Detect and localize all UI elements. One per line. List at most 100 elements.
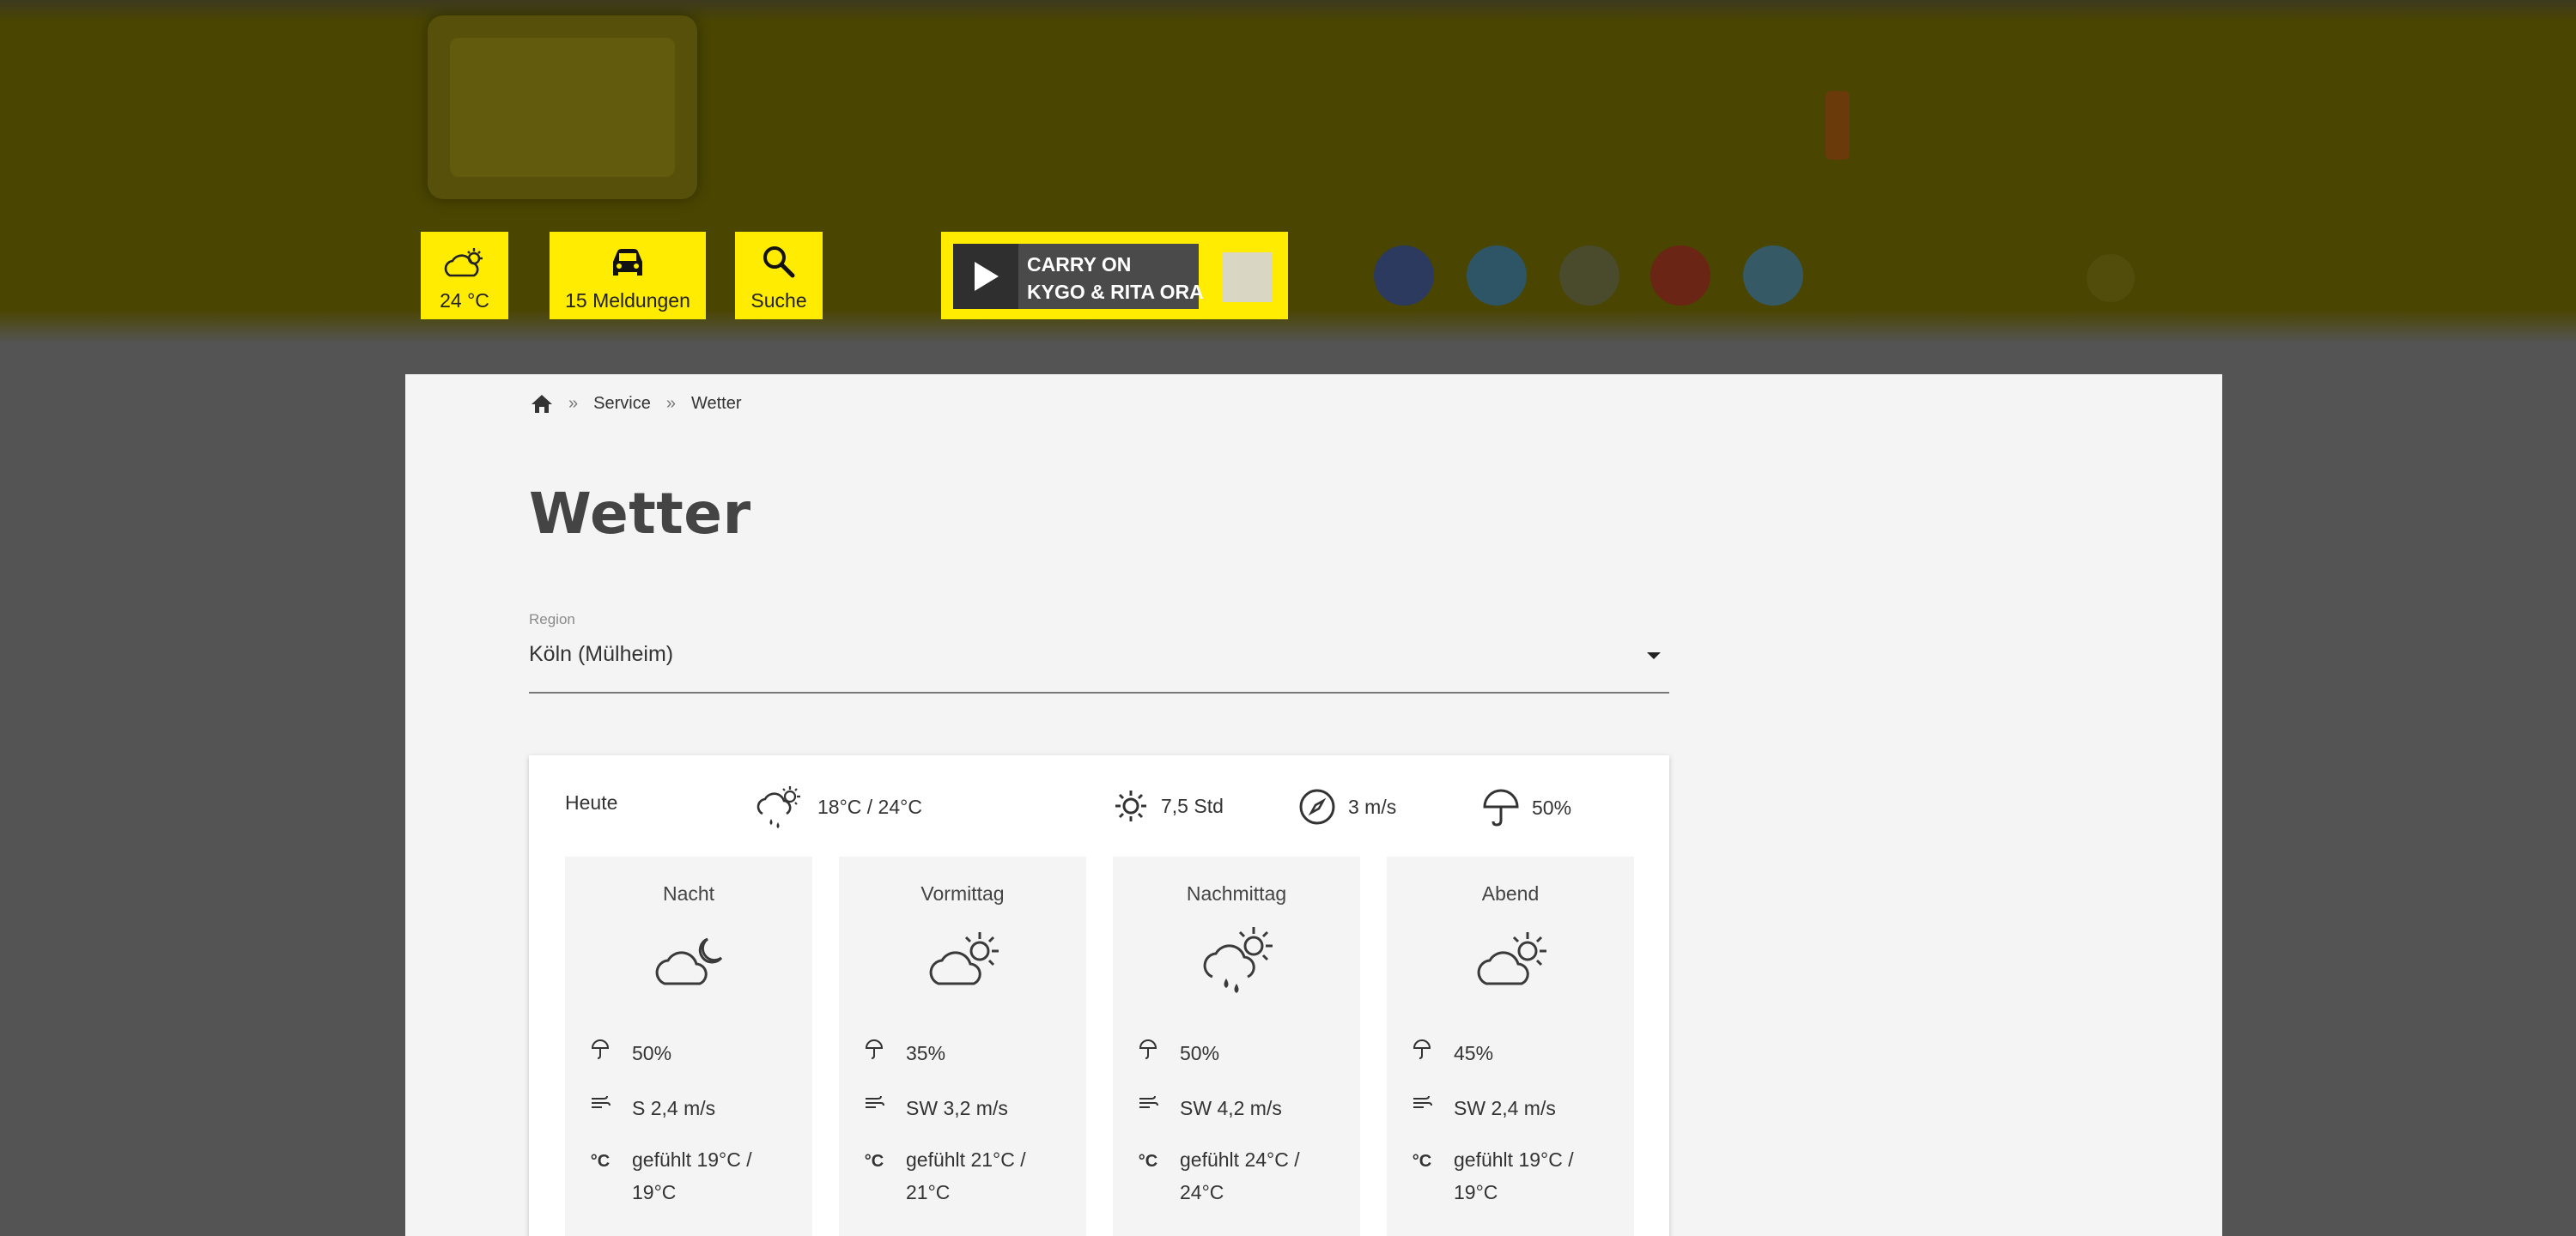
now-playing-artist: KYGO & RITA ORA	[1027, 281, 1204, 303]
today-temp-range: 18°C / 24°C	[817, 795, 922, 818]
weather-button[interactable]: 24 °C	[421, 232, 508, 319]
region-label: Region	[529, 611, 575, 627]
region-value: Köln (Mülheim)	[529, 642, 674, 666]
slot-name: Abend	[1481, 882, 1540, 905]
celsius-icon: °C	[1135, 1143, 1161, 1172]
today-sunshine: 7,5 Std	[1113, 788, 1224, 824]
instagram-icon[interactable]	[1559, 245, 1619, 306]
breadcrumb: » Service » Wetter	[531, 393, 742, 414]
today-temperature: 18°C / 24°C	[754, 783, 922, 831]
car-icon	[613, 249, 642, 276]
menu-icon[interactable]	[2087, 254, 2135, 302]
umbrella-icon	[1135, 1037, 1161, 1059]
slot-wind: SW 3,2 m/s	[861, 1092, 1060, 1124]
slot-name: Vormittag	[920, 882, 1005, 905]
celsius-symbol: °C	[1412, 1152, 1432, 1171]
compass-icon	[1299, 789, 1335, 825]
slot-wind-value: SW 4,2 m/s	[1180, 1097, 1282, 1119]
region-select[interactable]: Köln (Mülheim)	[529, 630, 1669, 694]
cloud-sun-icon	[1477, 932, 1546, 985]
album-cover	[1223, 252, 1273, 302]
slot-felt: °C gefühlt 21°C / 21°C	[861, 1143, 1060, 1209]
today-rain: 50%	[1482, 788, 1571, 827]
youtube-icon[interactable]	[1650, 245, 1710, 306]
chevron-down-icon	[1647, 652, 1661, 659]
cloud-sun-rain-icon	[1203, 927, 1273, 993]
slot-felt: °C gefühlt 24°C / 24°C	[1135, 1143, 1334, 1209]
slot-rain: 35%	[861, 1037, 1060, 1069]
slot-rain-value: 35%	[906, 1042, 946, 1064]
breadcrumb-item-service[interactable]: Service	[593, 394, 651, 414]
radio-player[interactable]: CARRY ON KYGO & RITA ORA	[941, 232, 1288, 319]
slot-rain-value: 45%	[1454, 1042, 1494, 1064]
slot-wind-value: S 2,4 m/s	[632, 1097, 716, 1119]
today-summary: Heute 18°C / 24°C 7,5 Std 3 m/s 50%	[529, 755, 1669, 858]
twitter-icon[interactable]	[1467, 245, 1527, 306]
telegram-icon[interactable]	[1743, 245, 1803, 306]
celsius-symbol: °C	[864, 1152, 884, 1171]
forecast-slot-night: Nacht 50% S 2,4 m/s °C gefühlt 19°C / 19…	[565, 857, 812, 1236]
celsius-symbol: °C	[590, 1152, 611, 1171]
wir-koeln-logo[interactable]	[1592, 62, 2133, 182]
slot-wind: S 2,4 m/s	[587, 1092, 787, 1124]
today-label-text: Heute	[565, 791, 618, 814]
slot-wind: SW 4,2 m/s	[1135, 1092, 1334, 1124]
umbrella-icon	[1483, 789, 1519, 827]
slot-felt: °C gefühlt 19°C / 19°C	[1409, 1143, 1608, 1209]
wind-icon	[1135, 1092, 1161, 1112]
cloud-moon-icon	[655, 937, 723, 985]
slot-felt: °C gefühlt 19°C / 19°C	[587, 1143, 787, 1209]
umbrella-icon	[587, 1037, 613, 1059]
header-top-shadow	[0, 0, 2576, 22]
radio-logo[interactable]	[428, 15, 697, 199]
slot-wind-value: SW 3,2 m/s	[906, 1097, 1008, 1119]
breadcrumb-separator: »	[568, 393, 579, 413]
celsius-icon: °C	[1409, 1143, 1435, 1172]
umbrella-icon	[861, 1037, 887, 1059]
slot-rain-value: 50%	[632, 1042, 672, 1064]
slot-name: Nacht	[662, 882, 715, 905]
today-wind: 3 m/s	[1298, 788, 1396, 826]
slot-rain: 50%	[1135, 1037, 1334, 1069]
slot-felt-value: gefühlt 21°C / 21°C	[906, 1148, 1026, 1203]
now-playing-title: CARRY ON	[1027, 253, 1132, 276]
forecast-slot-evening: Abend 45% SW 2,4 m/s °C gefühlt 19°C / 1…	[1387, 857, 1634, 1236]
header-bottom-fade	[0, 309, 2576, 343]
today-label: Heute	[565, 791, 617, 815]
content-panel: » Service » Wetter Wetter Region Köln (M…	[405, 374, 2222, 1236]
celsius-symbol: °C	[1138, 1152, 1158, 1171]
slot-felt-value: gefühlt 19°C / 19°C	[632, 1148, 752, 1203]
wind-icon	[1409, 1092, 1435, 1112]
sun-icon	[1115, 791, 1146, 821]
slot-name: Nachmittag	[1186, 882, 1287, 905]
traffic-button[interactable]: 15 Meldungen	[550, 232, 706, 319]
search-button[interactable]: Suche	[735, 232, 823, 319]
cloud-sun-icon	[444, 248, 483, 277]
slot-rain-value: 50%	[1180, 1042, 1220, 1064]
slot-felt-value: gefühlt 24°C / 24°C	[1180, 1148, 1300, 1203]
slot-felt-value: gefühlt 19°C / 19°C	[1454, 1148, 1574, 1203]
today-wind-speed: 3 m/s	[1348, 795, 1397, 818]
slot-wind: SW 2,4 m/s	[1409, 1092, 1608, 1124]
slot-wind-value: SW 2,4 m/s	[1454, 1097, 1556, 1119]
wind-icon	[861, 1092, 887, 1112]
home-icon[interactable]	[531, 393, 553, 414]
now-playing: CARRY ON KYGO & RITA ORA	[1027, 251, 1204, 306]
forecast-slot-morning: Vormittag 35% SW 3,2 m/s °C gefühlt 21°C…	[839, 857, 1086, 1236]
celsius-icon: °C	[587, 1143, 613, 1172]
celsius-icon: °C	[861, 1143, 887, 1172]
breadcrumb-separator: »	[665, 393, 676, 413]
weather-card: Heute 18°C / 24°C 7,5 Std 3 m/s 50% Nach…	[529, 755, 1669, 1236]
today-sun-hours: 7,5 Std	[1161, 794, 1224, 817]
slot-rain: 45%	[1409, 1037, 1608, 1069]
play-button[interactable]	[953, 244, 1018, 309]
wir-koeln-logo-accent	[1826, 91, 1850, 160]
slot-rain: 50%	[587, 1037, 787, 1069]
breadcrumb-item-wetter[interactable]: Wetter	[691, 394, 742, 414]
wind-icon	[587, 1092, 613, 1112]
facebook-icon[interactable]	[1374, 245, 1434, 306]
traffic-count-label: 15 Meldungen	[565, 289, 690, 312]
player-box: CARRY ON KYGO & RITA ORA	[953, 244, 1204, 309]
play-icon	[975, 262, 999, 291]
page-title: Wetter	[529, 481, 751, 547]
